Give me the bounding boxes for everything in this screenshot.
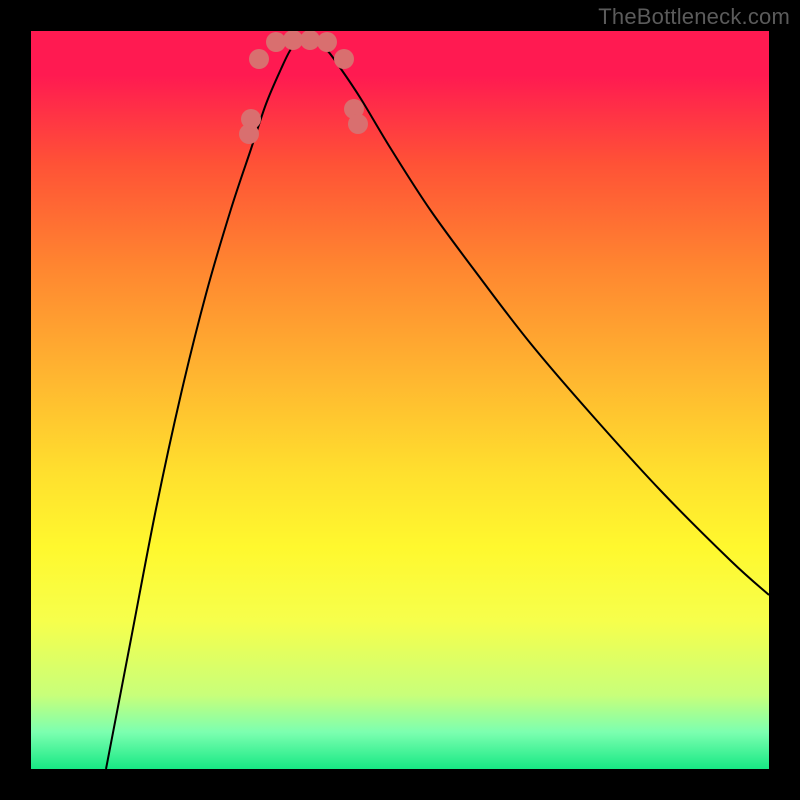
bottleneck-curve bbox=[106, 38, 769, 769]
valley-marker bbox=[283, 31, 303, 50]
valley-marker bbox=[241, 109, 261, 129]
valley-marker bbox=[348, 114, 368, 134]
chart-frame: TheBottleneck.com bbox=[0, 0, 800, 800]
plot-area bbox=[31, 31, 769, 769]
valley-marker bbox=[317, 32, 337, 52]
valley-marker bbox=[300, 31, 320, 50]
curve-svg bbox=[31, 31, 769, 769]
watermark-text: TheBottleneck.com bbox=[598, 4, 790, 30]
valley-marker bbox=[249, 49, 269, 69]
valley-marker bbox=[266, 32, 286, 52]
valley-marker bbox=[334, 49, 354, 69]
